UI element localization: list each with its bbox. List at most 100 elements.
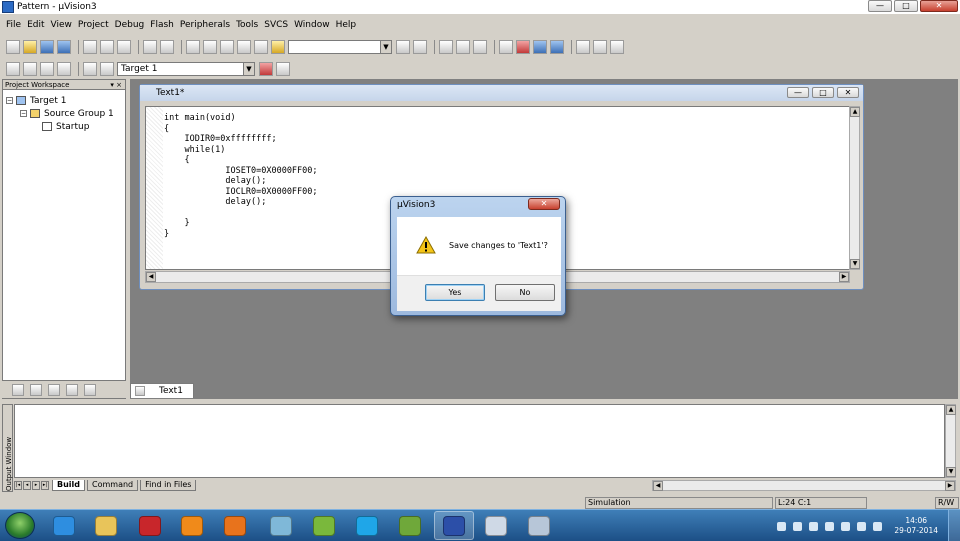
find-icon[interactable] <box>396 39 410 54</box>
taskbar-window-app[interactable] <box>519 511 559 540</box>
regs-tab-icon[interactable] <box>30 383 42 396</box>
forward-arrow-icon[interactable] <box>456 39 470 54</box>
taskbar-uvision[interactable] <box>434 511 474 540</box>
build-icon[interactable] <box>499 39 513 54</box>
tab-find-in-files[interactable]: Find in Files <box>140 480 197 491</box>
no-button[interactable]: No <box>495 284 555 301</box>
batch-build-icon[interactable] <box>57 61 71 76</box>
chevron-down-icon[interactable]: ▼ <box>380 40 391 53</box>
open-file-icon[interactable] <box>23 39 37 54</box>
scroll-left-arrow[interactable]: ◀ <box>653 481 663 491</box>
yes-button[interactable]: Yes <box>425 284 485 301</box>
prev-bookmark-icon[interactable] <box>237 39 251 54</box>
tab-first-button[interactable]: |◂ <box>14 481 22 490</box>
taskbar-vlc[interactable] <box>172 511 212 540</box>
taskbar-adobe-reader[interactable] <box>130 511 170 540</box>
close-button[interactable]: ✕ <box>920 0 958 12</box>
configure-icon[interactable] <box>593 39 607 54</box>
tray-app-icon[interactable] <box>841 521 851 531</box>
back-arrow-icon[interactable] <box>439 39 453 54</box>
source-browser-icon[interactable] <box>576 39 590 54</box>
menu-file[interactable]: File <box>6 20 21 30</box>
taskbar-explorer[interactable] <box>86 511 126 540</box>
output-toggle-icon[interactable] <box>550 39 564 54</box>
menu-project[interactable]: Project <box>78 20 109 30</box>
target-select[interactable]: Target 1 ▼ <box>117 61 255 76</box>
taskbar-bluestacks[interactable] <box>304 511 344 540</box>
flash-icon[interactable] <box>100 61 114 76</box>
menu-window[interactable]: Window <box>294 20 330 30</box>
download-icon[interactable] <box>83 61 97 76</box>
editor-vertical-scrollbar[interactable]: ▲ ▼ <box>849 106 860 270</box>
components-icon[interactable] <box>276 61 290 76</box>
rebuild-icon[interactable] <box>40 61 54 76</box>
taskbar-ie[interactable] <box>44 511 84 540</box>
scroll-down-arrow[interactable]: ▼ <box>850 259 860 269</box>
start-button[interactable] <box>5 512 35 539</box>
tab-next-button[interactable]: ▸ <box>32 481 40 490</box>
collapse-icon[interactable]: − <box>6 97 13 104</box>
action-center-flag-icon[interactable] <box>825 521 835 531</box>
menu-edit[interactable]: Edit <box>27 20 44 30</box>
browse-icon[interactable] <box>473 39 487 54</box>
find-in-files-icon[interactable] <box>413 39 427 54</box>
scroll-right-arrow[interactable]: ▶ <box>945 481 955 491</box>
taskbar-utility[interactable] <box>261 511 301 540</box>
cut-icon[interactable] <box>83 39 97 54</box>
dialog-close-button[interactable]: ✕ <box>528 198 560 210</box>
menu-peripherals[interactable]: Peripherals <box>180 20 230 30</box>
next-bookmark-icon[interactable] <box>254 39 268 54</box>
save-icon[interactable] <box>40 39 54 54</box>
tree-item-target[interactable]: − Target 1 <box>6 94 122 107</box>
functions-tab-icon[interactable] <box>66 383 78 396</box>
tree-item-startup[interactable]: Startup <box>6 120 122 133</box>
maximize-button[interactable]: □ <box>894 0 918 12</box>
menu-tools[interactable]: Tools <box>236 20 258 30</box>
save-all-icon[interactable] <box>57 39 71 54</box>
tray-app-icon[interactable] <box>793 521 803 531</box>
bookmark-icon[interactable] <box>220 39 234 54</box>
editor-minimize-button[interactable]: — <box>787 87 809 98</box>
workspace-toggle-icon[interactable] <box>533 39 547 54</box>
editor-close-button[interactable]: ✕ <box>837 87 859 98</box>
tab-last-button[interactable]: ▸| <box>41 481 49 490</box>
translate-icon[interactable] <box>6 61 20 76</box>
menu-help[interactable]: Help <box>336 20 357 30</box>
indent-icon[interactable] <box>186 39 200 54</box>
files-tab-icon[interactable] <box>12 383 24 396</box>
chevron-down-icon[interactable]: ▼ <box>243 62 254 75</box>
build-target-icon[interactable] <box>23 61 37 76</box>
menu-svcs[interactable]: SVCS <box>264 20 288 30</box>
unindent-icon[interactable] <box>203 39 217 54</box>
show-hidden-icons-icon[interactable] <box>777 521 787 531</box>
templates-tab-icon[interactable] <box>84 383 96 396</box>
output-text-area[interactable] <box>14 404 945 478</box>
redo-icon[interactable] <box>160 39 174 54</box>
scroll-up-arrow[interactable]: ▲ <box>850 107 860 117</box>
new-file-icon[interactable] <box>6 39 20 54</box>
workspace-header-buttons[interactable]: ▾ × <box>110 80 122 90</box>
options-icon[interactable] <box>610 39 624 54</box>
scroll-up-arrow[interactable]: ▲ <box>946 405 956 415</box>
menu-flash[interactable]: Flash <box>150 20 174 30</box>
tree-item-source-group[interactable]: − Source Group 1 <box>6 107 122 120</box>
output-horizontal-scrollbar[interactable]: ◀ ▶ <box>652 480 956 491</box>
output-vertical-scrollbar[interactable]: ▲ ▼ <box>945 404 956 478</box>
minimize-button[interactable]: — <box>868 0 892 12</box>
paste-icon[interactable] <box>117 39 131 54</box>
tray-app-icon[interactable] <box>809 521 819 531</box>
taskbar-paint-tool[interactable] <box>476 511 516 540</box>
books-tab-icon[interactable] <box>48 383 60 396</box>
tab-prev-button[interactable]: ◂ <box>23 481 31 490</box>
taskbar-firefox[interactable] <box>215 511 255 540</box>
scroll-left-arrow[interactable]: ◀ <box>146 272 156 282</box>
scroll-right-arrow[interactable]: ▶ <box>839 272 849 282</box>
show-desktop-button[interactable] <box>948 510 960 541</box>
tab-text1[interactable]: Text1 <box>130 383 194 398</box>
target-options-icon[interactable] <box>259 61 273 76</box>
copy-icon[interactable] <box>100 39 114 54</box>
editor-maximize-button[interactable]: □ <box>812 87 834 98</box>
volume-icon[interactable] <box>873 521 883 531</box>
find-combo[interactable]: ▼ <box>288 39 392 54</box>
taskbar-skype[interactable] <box>347 511 387 540</box>
